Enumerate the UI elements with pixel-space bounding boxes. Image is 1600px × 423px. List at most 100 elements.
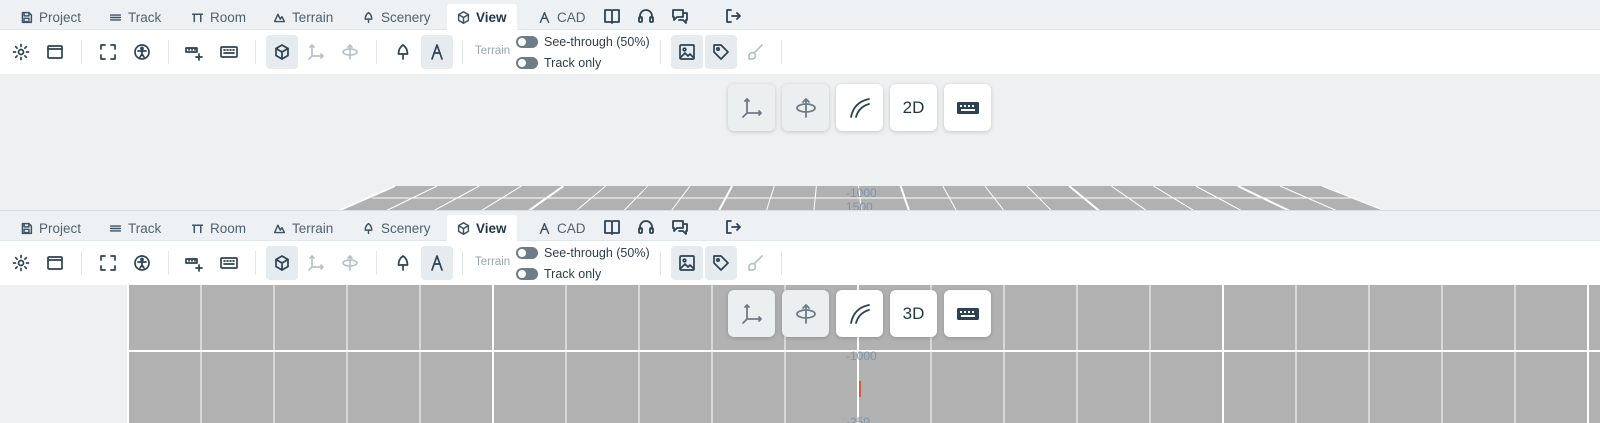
orbit-button[interactable] bbox=[334, 35, 366, 69]
tab-scenery[interactable]: Scenery bbox=[352, 4, 441, 30]
labels-button[interactable] bbox=[705, 35, 737, 69]
see-through-label: See-through (50%) bbox=[544, 35, 650, 49]
track-only-toggle[interactable]: Track only bbox=[516, 56, 601, 70]
cube-icon bbox=[275, 255, 289, 271]
tab-cad[interactable]: CAD bbox=[528, 215, 596, 241]
orbit-view-button[interactable] bbox=[782, 84, 829, 131]
walk-mode-button[interactable] bbox=[126, 246, 158, 280]
person-circle-icon bbox=[134, 255, 150, 271]
tab-room[interactable]: Room bbox=[181, 215, 256, 241]
viewport-3d[interactable]: -1000 1500 2D bbox=[0, 74, 1600, 210]
window-button[interactable] bbox=[39, 35, 71, 69]
axes-button[interactable] bbox=[300, 246, 332, 280]
ruler-add-icon bbox=[185, 47, 203, 61]
tab-label: CAD bbox=[557, 220, 586, 236]
paint-button[interactable] bbox=[739, 35, 771, 69]
see-through-switch[interactable] bbox=[516, 36, 538, 48]
axes-icon bbox=[741, 303, 762, 324]
orbit-button[interactable] bbox=[334, 246, 366, 280]
headset-icon[interactable] bbox=[637, 218, 657, 238]
headset-icon[interactable] bbox=[637, 7, 657, 27]
tab-label: Track bbox=[128, 9, 162, 25]
orbit-view-button[interactable] bbox=[782, 290, 829, 337]
keyboard-button[interactable] bbox=[213, 35, 245, 69]
track-only-toggle[interactable]: Track only bbox=[516, 267, 601, 281]
book-icon[interactable] bbox=[603, 218, 623, 238]
divider bbox=[168, 40, 169, 64]
tab-track[interactable]: Track bbox=[99, 4, 171, 30]
see-through-toggle[interactable]: See-through (50%) bbox=[516, 246, 650, 260]
keyboard-icon bbox=[956, 307, 979, 320]
add-ruler-button[interactable] bbox=[178, 246, 210, 280]
tab-track[interactable]: Track bbox=[99, 215, 171, 241]
logout-icon[interactable] bbox=[724, 218, 744, 238]
viewport-3d-pane: Project Track Room Terrain Scenery View … bbox=[0, 0, 1600, 211]
divider bbox=[660, 251, 661, 275]
track-curve-button[interactable] bbox=[836, 84, 883, 131]
settings-button[interactable] bbox=[5, 35, 37, 69]
track-curve-button[interactable] bbox=[836, 290, 883, 337]
tab-label: Scenery bbox=[381, 9, 431, 25]
keyboard-button[interactable] bbox=[213, 246, 245, 280]
scenery-toggle-button[interactable] bbox=[387, 246, 419, 280]
view-mode-button[interactable]: 3D bbox=[890, 290, 937, 337]
tab-terrain[interactable]: Terrain bbox=[263, 215, 343, 241]
curve-track-icon bbox=[849, 97, 870, 118]
paint-button[interactable] bbox=[739, 246, 771, 280]
keyboard-button[interactable] bbox=[944, 84, 991, 131]
see-through-toggle[interactable]: See-through (50%) bbox=[516, 35, 650, 49]
terrain-icon bbox=[273, 224, 286, 233]
axes-view-button[interactable] bbox=[728, 290, 775, 337]
add-ruler-button[interactable] bbox=[178, 35, 210, 69]
perspective-button[interactable] bbox=[266, 35, 298, 69]
scenery-toggle-button[interactable] bbox=[387, 35, 419, 69]
track-only-switch[interactable] bbox=[516, 268, 538, 280]
view-mode-button[interactable]: 2D bbox=[890, 84, 937, 131]
terrain-label: Terrain bbox=[475, 45, 511, 57]
window-icon bbox=[47, 256, 63, 270]
tag-icon bbox=[713, 255, 729, 271]
logout-icon[interactable] bbox=[724, 7, 744, 27]
chat-icon[interactable] bbox=[671, 218, 691, 238]
see-through-switch[interactable] bbox=[516, 247, 538, 259]
tab-cad[interactable]: CAD bbox=[528, 4, 596, 30]
walk-mode-button[interactable] bbox=[126, 35, 158, 69]
viewport-2d[interactable]: -1000 -250 3D bbox=[0, 285, 1600, 423]
tab-terrain[interactable]: Terrain bbox=[263, 4, 343, 30]
fullscreen-icon bbox=[100, 255, 116, 271]
orbit-icon bbox=[342, 44, 358, 60]
tab-view[interactable]: View bbox=[447, 215, 517, 241]
tab-label: View bbox=[476, 220, 507, 236]
tab-room[interactable]: Room bbox=[181, 4, 256, 30]
settings-button[interactable] bbox=[5, 246, 37, 280]
perspective-button[interactable] bbox=[266, 246, 298, 280]
image-button[interactable] bbox=[671, 35, 703, 69]
orbit-icon bbox=[342, 255, 358, 271]
tree-icon bbox=[364, 222, 373, 234]
cad-toggle-button[interactable] bbox=[421, 246, 453, 280]
labels-button[interactable] bbox=[705, 246, 737, 280]
track-only-label: Track only bbox=[544, 267, 602, 281]
tab-label: Room bbox=[210, 220, 247, 236]
orbit-icon bbox=[795, 303, 816, 324]
viewport-2d-pane: Project Track Room Terrain Scenery View … bbox=[0, 211, 1600, 423]
track-only-switch[interactable] bbox=[516, 57, 538, 69]
tab-label: View bbox=[476, 9, 507, 25]
fullscreen-button[interactable] bbox=[92, 35, 124, 69]
image-button[interactable] bbox=[671, 246, 703, 280]
terrain-icon bbox=[273, 13, 286, 22]
window-button[interactable] bbox=[39, 246, 71, 280]
axes-view-button[interactable] bbox=[728, 84, 775, 131]
cad-toggle-button[interactable] bbox=[421, 35, 453, 69]
tab-view[interactable]: View bbox=[447, 4, 517, 30]
tab-label: Room bbox=[210, 9, 247, 25]
axes-button[interactable] bbox=[300, 35, 332, 69]
chat-icon[interactable] bbox=[671, 7, 691, 27]
tab-project[interactable]: Project bbox=[10, 4, 91, 30]
tab-project[interactable]: Project bbox=[10, 215, 91, 241]
tab-scenery[interactable]: Scenery bbox=[352, 215, 441, 241]
tag-icon bbox=[713, 44, 729, 60]
book-icon[interactable] bbox=[603, 7, 623, 27]
keyboard-button[interactable] bbox=[944, 290, 991, 337]
fullscreen-button[interactable] bbox=[92, 246, 124, 280]
